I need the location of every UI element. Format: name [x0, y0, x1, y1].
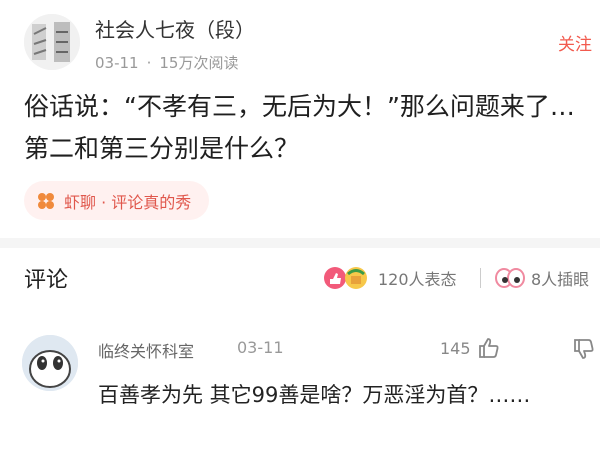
thumbs-down-icon — [574, 339, 594, 359]
inserts-stat[interactable]: 8人插眼 — [495, 265, 589, 291]
source-tag[interactable]: 虾聊 · 评论真的秀 — [24, 181, 210, 220]
comments-title: 评论 — [24, 268, 69, 293]
follow-button[interactable]: 关注 — [558, 30, 592, 55]
clover-icon — [38, 192, 54, 209]
author-name[interactable]: 社会人七夜（段） — [95, 14, 255, 43]
reactions-stat[interactable]: 120人表态 — [322, 265, 457, 291]
author-avatar[interactable] — [24, 14, 80, 70]
question-title: 俗话说：“不孝有三，无后为大！”那么问题来了…第二和第三分别是什么？ — [24, 92, 575, 163]
commenter-avatar[interactable] — [22, 335, 78, 391]
post-views: 15万次阅读 — [159, 54, 239, 72]
comment-like-button[interactable]: 145 — [440, 336, 501, 360]
comment-like-count: 145 — [440, 338, 471, 358]
section-divider — [0, 238, 600, 248]
avatar-image — [24, 14, 80, 70]
thumbs-up-icon — [478, 338, 499, 358]
stat-separator — [480, 268, 481, 288]
comment-dislike-button[interactable] — [572, 337, 596, 365]
comment-date: 03-11 — [237, 338, 284, 357]
inserts-count: 8人插眼 — [531, 270, 590, 289]
comment-text: 百善孝为先 其它99善是啥？万恶淫为首？…… — [98, 383, 531, 407]
source-tag-label: 虾聊 · 评论真的秀 — [64, 192, 192, 212]
post-date: 03-11 — [95, 54, 139, 72]
post-meta: 03-11 · 15万次阅读 — [95, 52, 238, 73]
meta-separator: · — [146, 54, 152, 72]
avatar-image — [22, 335, 78, 391]
commenter-name[interactable]: 临终关怀科室 — [98, 338, 194, 362]
reaction-emojis-icon — [324, 267, 367, 289]
eyes-icon — [495, 268, 525, 288]
reactions-count: 120人表态 — [378, 270, 457, 289]
